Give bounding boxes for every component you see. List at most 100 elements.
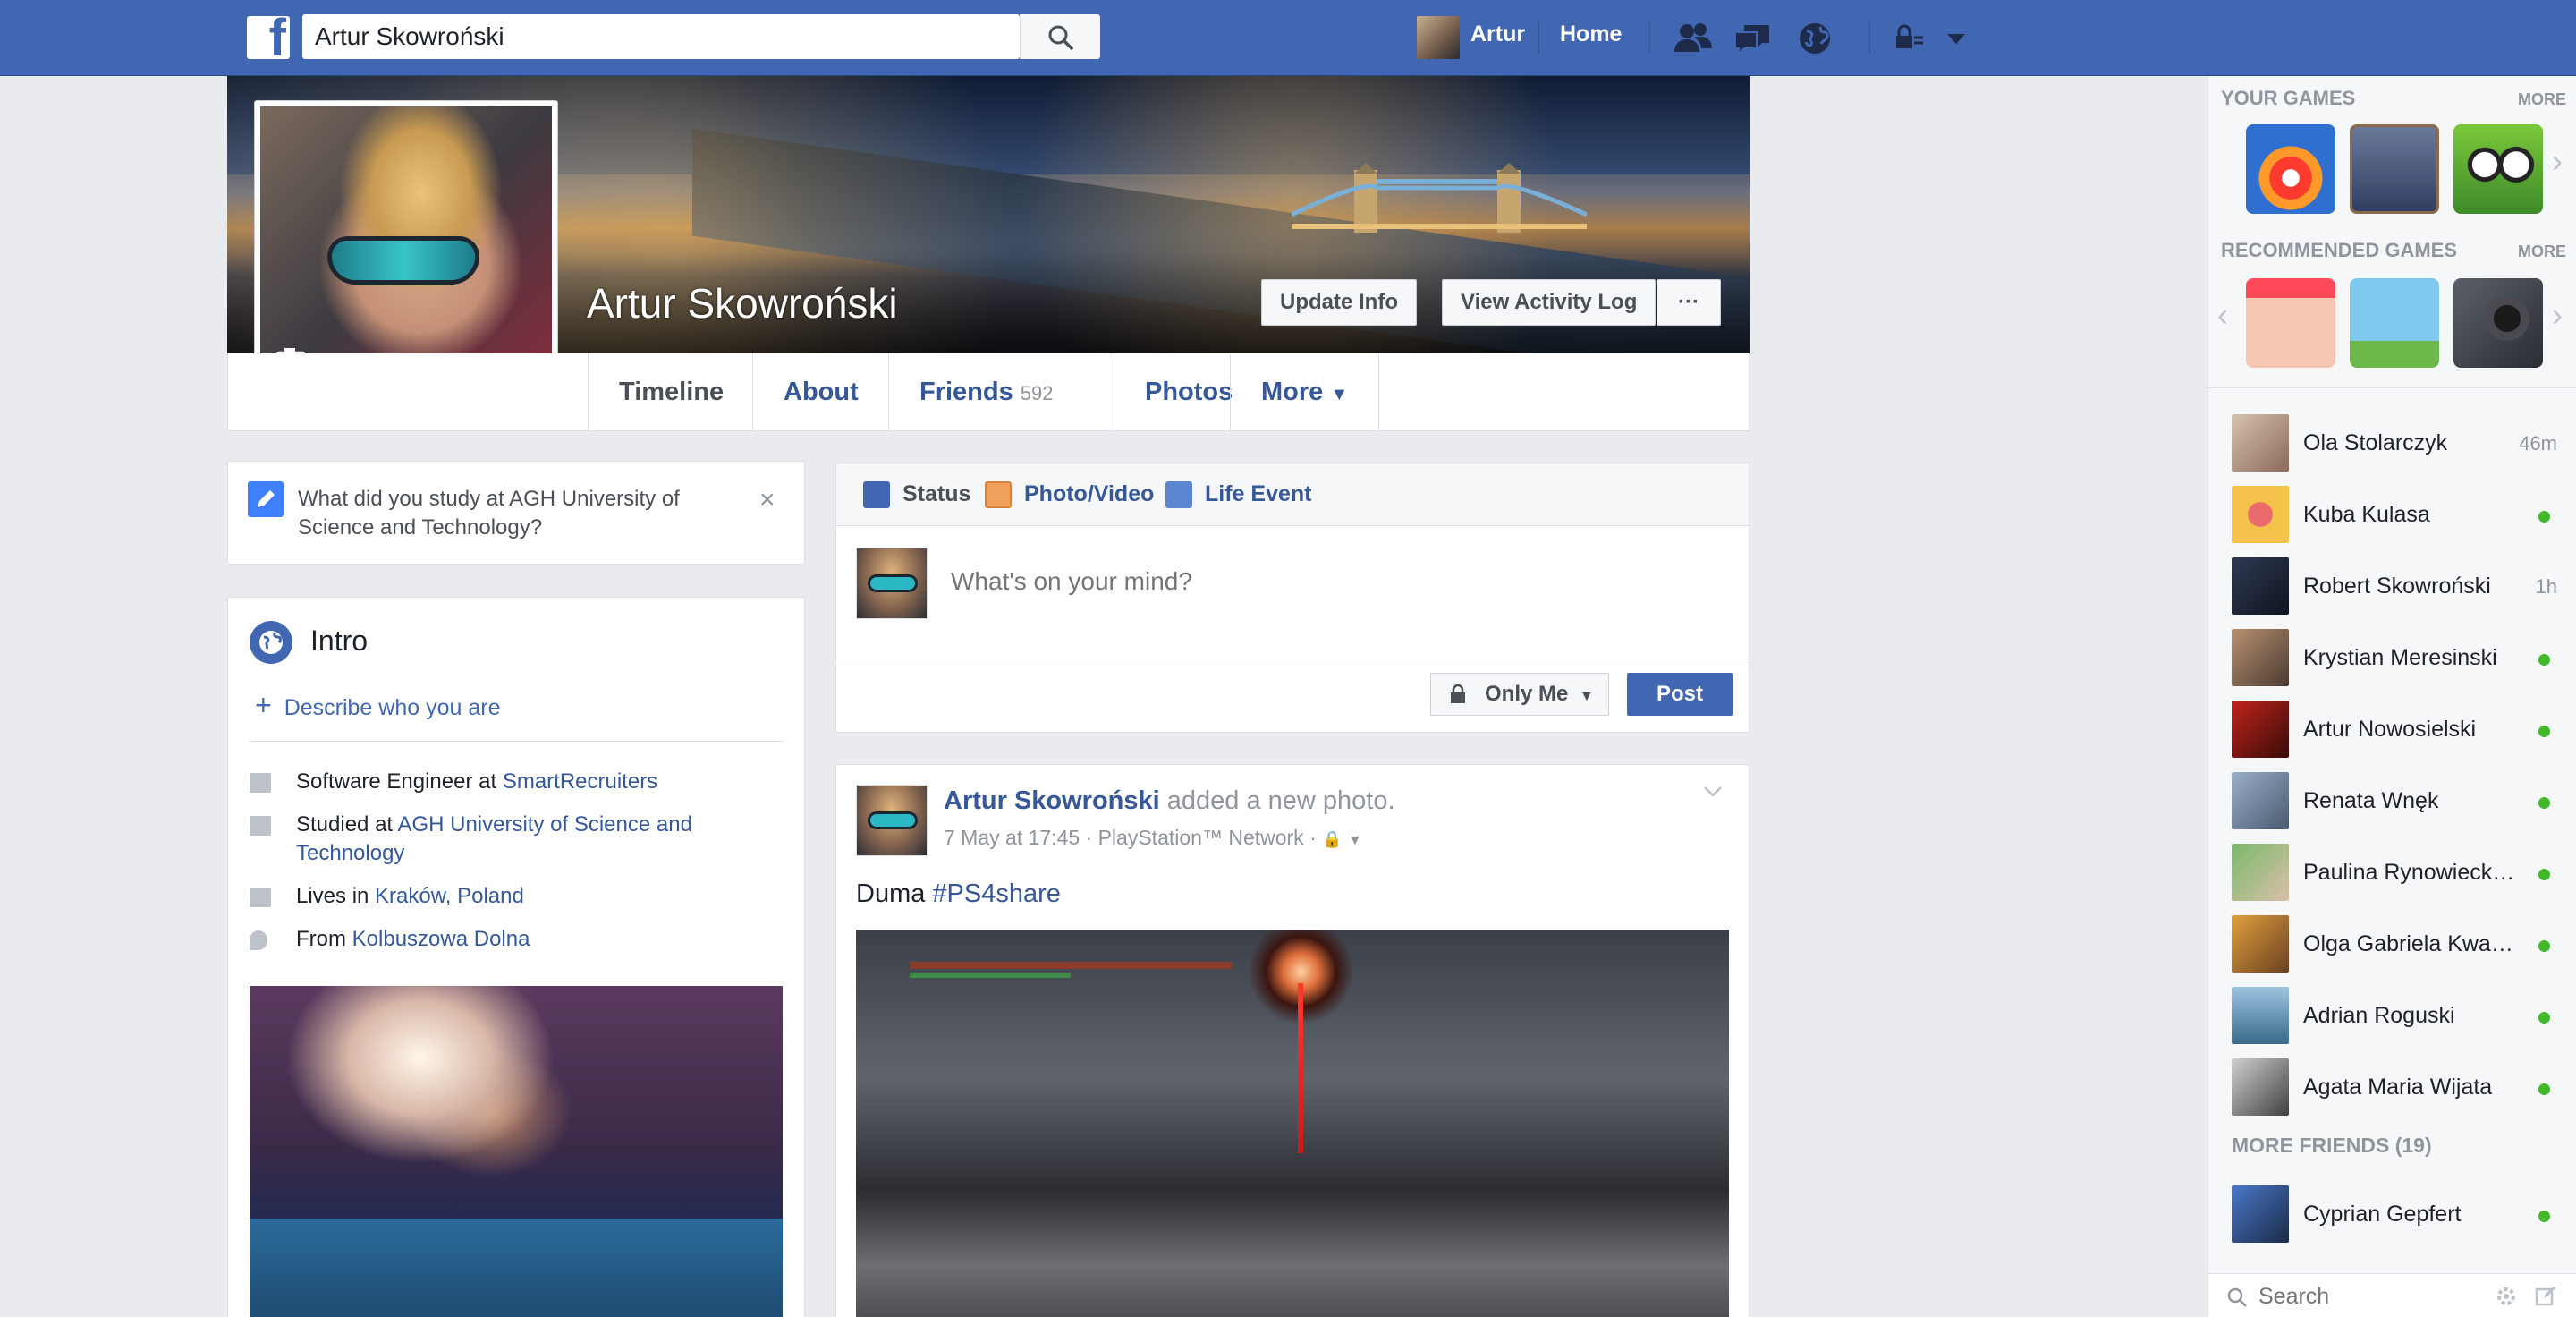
post-options-chevron-icon[interactable] [1702,785,1724,799]
profile-name[interactable]: Artur Skowroński [587,279,898,327]
online-status-icon [2538,1083,2550,1095]
nav-divider [1538,21,1539,54]
pencil-icon[interactable] [248,481,284,517]
tab-about[interactable]: About [752,353,889,430]
notifications-globe-icon[interactable] [1794,18,1835,59]
search-button[interactable] [1020,14,1100,59]
post-button[interactable]: Post [1627,673,1733,716]
more-friends-heading: MORE FRIENDS (19) [2232,1134,2432,1157]
audience-caret-icon[interactable]: ▼ [1348,833,1362,848]
post-author-avatar[interactable] [856,785,928,856]
privacy-shortcuts-icon[interactable] [1887,18,1928,59]
featured-photo[interactable] [250,986,783,1317]
lives-link[interactable]: Kraków, Poland [375,884,524,908]
friend-avatar [2232,844,2289,901]
post-author-link[interactable]: Artur Skowroński [944,786,1160,815]
privacy-selector[interactable]: Only Me ▼ [1430,673,1609,716]
online-status-icon [2538,654,2550,666]
post-photo[interactable] [856,930,1729,1317]
compose-icon[interactable] [2534,1285,2557,1308]
from-link[interactable]: Kolbuszowa Dolna [352,927,530,951]
status-pencil-icon [863,481,890,508]
online-status-icon [2538,1211,2550,1222]
chat-friend[interactable]: Krystian Meresinski [2232,629,2572,692]
study-prefix: Studied at [296,812,398,837]
game-tile-shooter[interactable] [2453,278,2543,368]
chat-friend[interactable]: Olga Gabriela Kwaśny [2232,915,2572,978]
game-tile-archery[interactable] [2350,278,2439,368]
study-prompt-card: What did you study at AGH University of … [227,461,805,565]
home-link[interactable]: Home [1560,21,1622,47]
caret-down-icon: ▼ [1330,385,1349,404]
your-games-more-link[interactable]: MORE [2518,90,2566,109]
tab-timeline[interactable]: Timeline [588,353,754,430]
chat-friend[interactable]: Paulina Rynowiecka... [2232,844,2572,906]
timeline-post: Artur Skowroński added a new photo. 7 Ma… [835,764,1750,1317]
stamina-bar-graphic [910,973,1071,978]
sunglasses-graphic [332,241,475,280]
post-header: Artur Skowroński added a new photo. [944,786,1395,816]
close-icon[interactable]: × [759,485,775,515]
plus-icon: + [255,689,272,721]
chat-friend[interactable]: Robert Skowroński 1h [2232,557,2572,620]
chevron-right-icon[interactable]: › [2552,142,2563,180]
friend-name: Cyprian Gepfert [2303,1202,2462,1227]
account-menu-chevron-down-icon[interactable] [1936,18,1977,59]
facebook-logo-icon[interactable]: f [247,16,290,59]
friend-avatar [2232,486,2289,543]
friend-name: Paulina Rynowiecka... [2303,860,2518,885]
tab-more[interactable]: More ▼ [1230,353,1380,430]
photo-video-icon [985,481,1012,508]
user-avatar[interactable] [1417,16,1460,59]
friend-avatar [2232,1185,2289,1243]
search-icon [2227,1287,2247,1307]
post-text: Duma #PS4share [856,879,1061,909]
view-activity-log-button[interactable]: View Activity Log [1442,279,1657,326]
online-status-icon [2538,511,2550,523]
search-input[interactable] [302,14,1018,59]
gear-icon[interactable] [2495,1285,2518,1308]
chat-friend[interactable]: Ola Stolarczyk 46m [2232,414,2572,477]
game-tile-icy-tower[interactable] [2350,124,2439,214]
composer-footer [836,658,1749,734]
chat-friend[interactable]: Agata Maria Wijata [2232,1058,2572,1121]
game-tile-pandas[interactable] [2453,124,2543,214]
describe-label: Describe who you are [284,695,501,720]
post-timestamp[interactable]: 7 May at 17:45 · PlayStation™ Network · [944,826,1317,849]
chat-friend[interactable]: Artur Nowosielski [2232,701,2572,763]
tab-friends[interactable]: Friends 592 [888,353,1083,430]
friend-requests-icon[interactable] [1673,18,1714,59]
status-tab[interactable]: Status [902,481,970,507]
post-text-plain: Duma [856,879,933,908]
study-prompt-text[interactable]: What did you study at AGH University of … [298,485,727,542]
messages-icon[interactable] [1732,18,1773,59]
hashtag-link[interactable]: #PS4share [932,879,1061,908]
chat-search-input[interactable] [2258,1283,2473,1310]
chevron-right-icon[interactable]: › [2552,296,2563,334]
status-input[interactable] [951,567,1577,596]
friend-name: Ola Stolarczyk [2303,430,2448,455]
lock-icon: 🔒 [1322,830,1343,848]
sidebar-divider [2208,387,2576,388]
more-options-button[interactable]: ··· [1657,279,1721,326]
friend-name: Agata Maria Wijata [2303,1075,2493,1100]
top-navigation-bar: f Artur Home [0,0,2576,76]
chat-friend[interactable]: Renata Wnęk [2232,772,2572,835]
recommended-games-more-link[interactable]: MORE [2518,242,2566,261]
chat-friend[interactable]: Kuba Kulasa [2232,486,2572,548]
composer-tabs: Status Photo/Video Life Event [836,463,1749,526]
work-link[interactable]: SmartRecruiters [503,769,657,794]
game-tile-nails[interactable] [2246,278,2335,368]
chat-friend[interactable]: Adrian Roguski [2232,987,2572,1049]
describe-yourself-link[interactable]: + Describe who you are [255,689,500,722]
update-info-button[interactable]: Update Info [1261,279,1417,326]
friend-name: Artur Nowosielski [2303,717,2477,742]
chevron-left-icon[interactable]: ‹ [2217,296,2228,334]
briefcase-icon [250,773,271,793]
nav-divider [1649,21,1650,54]
photo-video-tab[interactable]: Photo/Video [1024,481,1154,507]
life-event-tab[interactable]: Life Event [1205,481,1311,507]
profile-link[interactable]: Artur [1470,21,1525,47]
game-tile-1[interactable] [2246,124,2335,214]
chat-friend[interactable]: Cyprian Gepfert [2232,1185,2572,1248]
